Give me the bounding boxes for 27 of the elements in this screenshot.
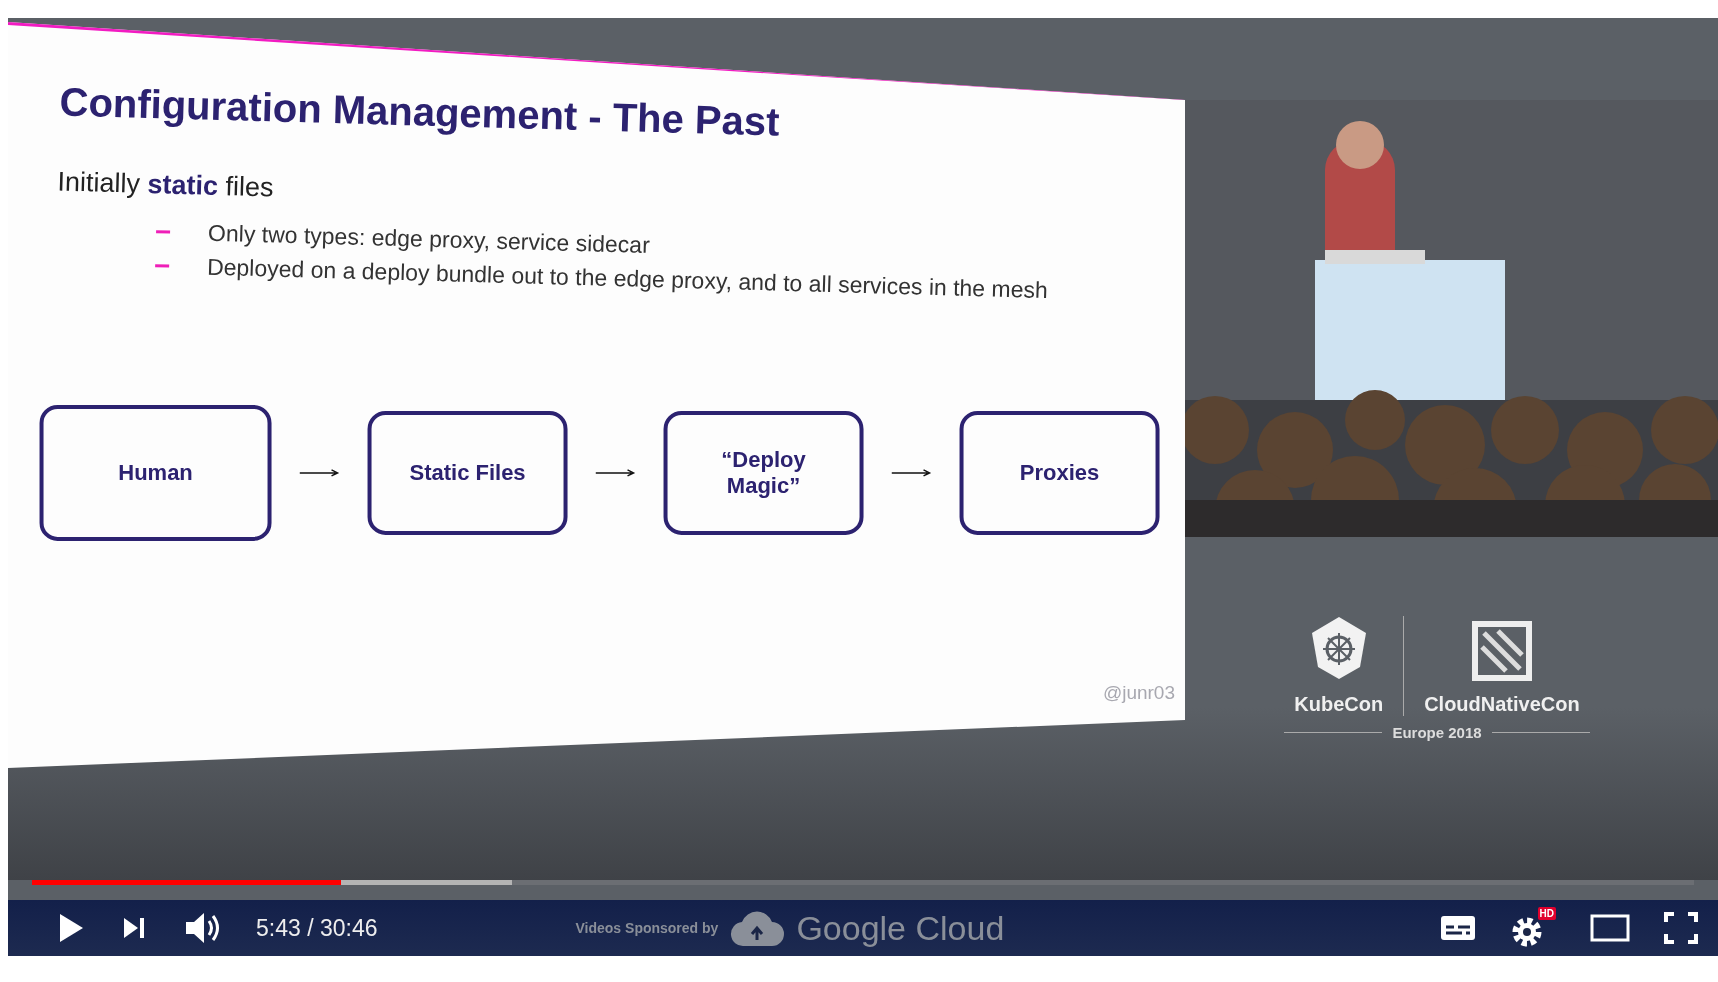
arrow-icon — [595, 468, 636, 477]
edition-text: Europe 2018 — [1392, 724, 1482, 741]
time-display: 5:43 / 30:46 — [256, 914, 378, 942]
lead-text: Initially static files — [57, 166, 275, 205]
theater-mode-button[interactable] — [1590, 914, 1630, 942]
sponsor-name: Google Cloud — [796, 908, 1005, 948]
square-logo-icon — [1471, 621, 1532, 681]
flow-node: Proxies — [959, 410, 1160, 535]
dash-icon — [156, 229, 171, 234]
author-handle: @junr03 — [1102, 682, 1175, 704]
sponsor-label: Videos Sponsored by — [575, 920, 719, 936]
flow-node: Static Files — [367, 410, 568, 535]
volume-button[interactable] — [184, 910, 222, 946]
arrow-icon — [299, 468, 340, 477]
logo-text: KubeCon — [1294, 693, 1384, 716]
logo-text: CloudNativeCon — [1424, 693, 1580, 716]
arrow-icon — [891, 468, 932, 477]
subtitles-button[interactable] — [1440, 915, 1476, 941]
play-button[interactable] — [58, 913, 84, 943]
dash-icon — [155, 263, 170, 268]
next-button[interactable] — [122, 916, 146, 940]
fullscreen-button[interactable] — [1664, 912, 1698, 944]
flow-node: Human — [39, 404, 272, 541]
flow-node: “Deploy Magic” — [663, 410, 864, 535]
slide-title: Configuration Management - The Past — [59, 79, 782, 146]
settings-button[interactable]: HD — [1510, 907, 1556, 949]
hd-badge: HD — [1537, 907, 1556, 920]
